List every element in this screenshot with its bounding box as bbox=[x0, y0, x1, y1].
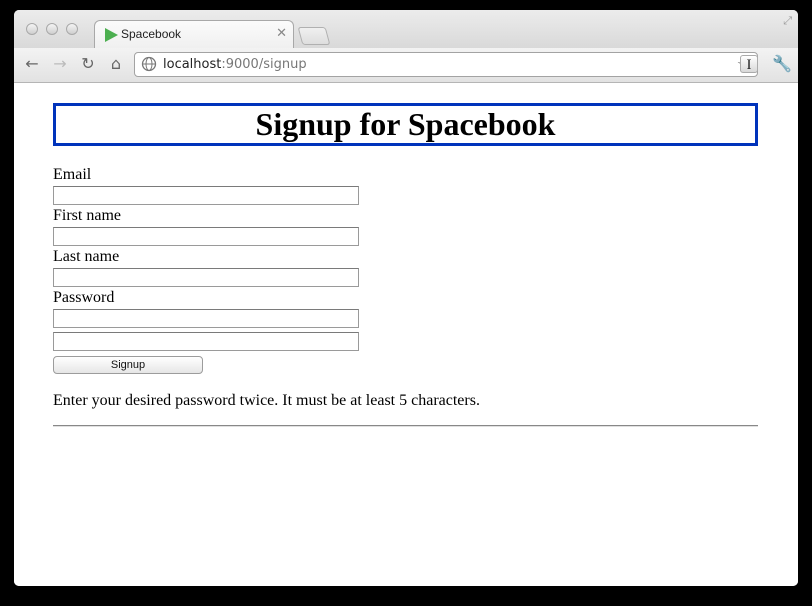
browser-toolbar: ← → ↻ ⌂ localhost:9000/signup ☆ I 🔧 bbox=[14, 48, 798, 83]
signup-button[interactable]: Signup bbox=[53, 356, 203, 374]
url-path: :9000/signup bbox=[221, 57, 307, 72]
page-title: Signup for Spacebook bbox=[53, 103, 758, 146]
email-label: Email bbox=[53, 166, 92, 183]
tab-strip: Spacebook ✕ ⤢ bbox=[14, 10, 798, 48]
password-field[interactable] bbox=[53, 309, 359, 328]
forward-arrow-icon[interactable]: → bbox=[50, 54, 70, 74]
minimize-window-button[interactable] bbox=[46, 23, 58, 35]
fullscreen-icon[interactable]: ⤢ bbox=[783, 14, 792, 28]
extension-button[interactable]: I bbox=[740, 55, 758, 73]
signup-form: Email First name Last name Password Sign… bbox=[53, 166, 359, 374]
zoom-window-button[interactable] bbox=[66, 23, 78, 35]
horizontal-divider bbox=[53, 425, 758, 427]
first-name-field[interactable] bbox=[53, 227, 359, 246]
back-arrow-icon[interactable]: ← bbox=[22, 54, 42, 74]
password-label: Password bbox=[53, 289, 115, 306]
globe-icon bbox=[141, 56, 157, 77]
last-name-label: Last name bbox=[53, 248, 120, 265]
home-icon[interactable]: ⌂ bbox=[106, 54, 126, 74]
reload-icon[interactable]: ↻ bbox=[78, 54, 98, 74]
tab-title: Spacebook bbox=[121, 27, 182, 41]
tab-close-icon[interactable]: ✕ bbox=[276, 26, 287, 41]
new-tab-button[interactable] bbox=[297, 27, 331, 45]
wrench-menu-icon[interactable]: 🔧 bbox=[772, 54, 792, 73]
play-favicon-icon bbox=[105, 28, 118, 47]
password-confirm-field[interactable] bbox=[53, 332, 359, 351]
url-text: localhost:9000/signup bbox=[163, 57, 307, 72]
password-hint: Enter your desired password twice. It mu… bbox=[53, 392, 480, 409]
last-name-field[interactable] bbox=[53, 268, 359, 287]
tab-spacebook[interactable]: Spacebook ✕ bbox=[94, 20, 294, 48]
email-field[interactable] bbox=[53, 186, 359, 205]
close-window-button[interactable] bbox=[26, 23, 38, 35]
address-bar[interactable]: localhost:9000/signup ☆ bbox=[134, 52, 758, 77]
url-host: localhost bbox=[163, 57, 222, 72]
browser-window: Spacebook ✕ ⤢ ← → ↻ ⌂ localhost:9000/sig… bbox=[14, 10, 798, 586]
first-name-label: First name bbox=[53, 207, 121, 224]
page-content: Signup for Spacebook Email First name La… bbox=[14, 83, 798, 586]
